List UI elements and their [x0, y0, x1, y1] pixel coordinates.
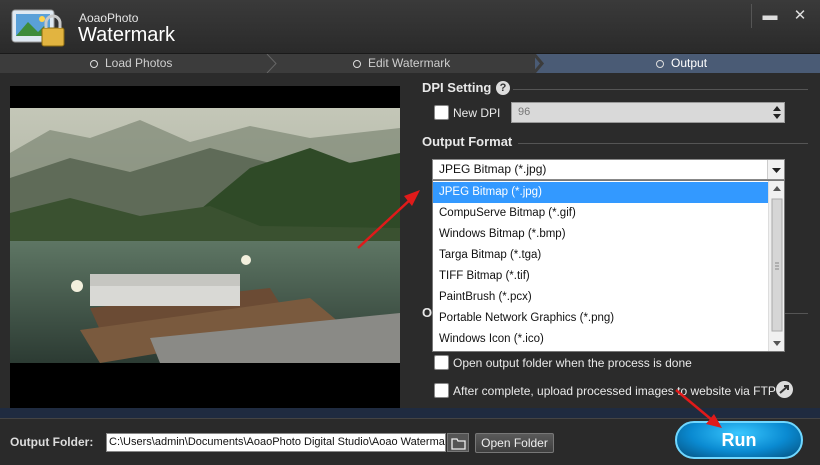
annotation-arrows	[357, 190, 722, 428]
annotation-arrow-icon	[357, 197, 413, 249]
annotation-arrow-icon	[675, 389, 713, 421]
